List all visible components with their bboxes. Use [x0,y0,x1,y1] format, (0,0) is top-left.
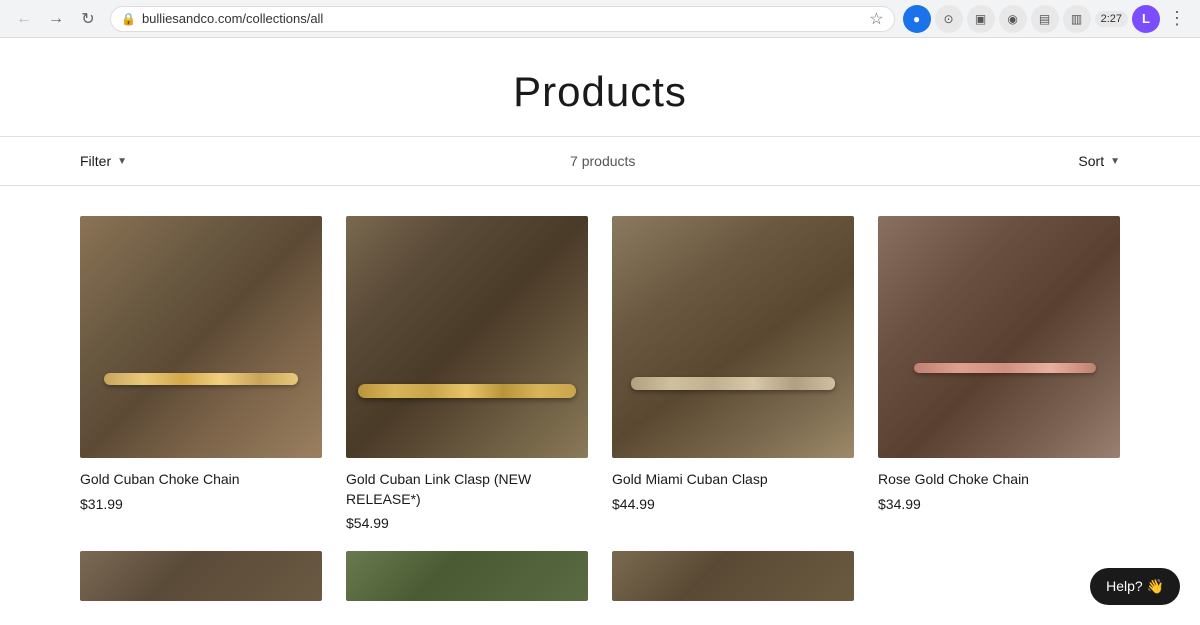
page-title-section: Products [0,38,1200,136]
product-image-3 [612,216,854,458]
product-count: 7 products [127,153,1078,169]
product-image-6 [346,551,588,601]
filter-chevron-icon: ▼ [117,156,127,167]
product-name-2: Gold Cuban Link Clasp (NEW RELEASE*) [346,470,588,509]
page-title: Products [0,68,1200,116]
product-price-4: $34.99 [878,496,1120,512]
ext-green[interactable]: ● [903,5,931,33]
product-card-1[interactable]: Gold Cuban Choke Chain $31.99 [80,216,322,531]
ext-circle-2[interactable]: ▣ [967,5,995,33]
sort-chevron-icon: ▼ [1110,156,1120,167]
product-card-7[interactable] [612,551,854,613]
product-card-4[interactable]: Rose Gold Choke Chain $34.99 [878,216,1120,531]
product-image-7 [612,551,854,601]
empty-slot [878,551,1120,613]
page-content: Products Filter ▼ 7 products Sort ▼ Gold… [0,38,1200,625]
filter-button[interactable]: Filter ▼ [80,153,127,169]
products-grid-bottom [0,551,1200,625]
product-card-5[interactable] [80,551,322,613]
browser-menu-icon[interactable]: ⋮ [1164,4,1190,33]
browser-chrome: ← → ↻ 🔒 bulliesandco.com/collections/all… [0,0,1200,38]
product-image-2 [346,216,588,458]
forward-button[interactable]: → [42,5,70,33]
product-card-6[interactable] [346,551,588,613]
user-avatar[interactable]: L [1132,5,1160,33]
product-card-2[interactable]: Gold Cuban Link Clasp (NEW RELEASE*) $54… [346,216,588,531]
product-name-1: Gold Cuban Choke Chain [80,470,322,490]
time-badge: 2:27 [1095,11,1128,27]
product-image-1 [80,216,322,458]
ext-circle-5[interactable]: ▥ [1063,5,1091,33]
ext-circle-1[interactable]: ⊙ [935,5,963,33]
ext-circle-4[interactable]: ▤ [1031,5,1059,33]
product-name-4: Rose Gold Choke Chain [878,470,1120,490]
reload-button[interactable]: ↻ [74,5,102,33]
back-button[interactable]: ← [10,5,38,33]
ext-circle-3[interactable]: ◉ [999,5,1027,33]
product-image-5 [80,551,322,601]
sort-button[interactable]: Sort ▼ [1078,153,1120,169]
product-image-4 [878,216,1120,458]
help-button[interactable]: Help? 👋 [1090,568,1180,605]
product-name-3: Gold Miami Cuban Clasp [612,470,854,490]
product-price-3: $44.99 [612,496,854,512]
extensions-area: ● ⊙ ▣ ◉ ▤ ▥ 2:27 L ⋮ [903,4,1190,33]
url-text: bulliesandco.com/collections/all [142,11,863,26]
filter-label: Filter [80,153,111,169]
lock-icon: 🔒 [121,12,136,26]
product-price-2: $54.99 [346,515,588,531]
sort-label: Sort [1078,153,1104,169]
nav-buttons: ← → ↻ [10,5,102,33]
address-bar[interactable]: 🔒 bulliesandco.com/collections/all ☆ [110,6,895,32]
product-price-1: $31.99 [80,496,322,512]
filter-bar: Filter ▼ 7 products Sort ▼ [0,136,1200,186]
product-card-3[interactable]: Gold Miami Cuban Clasp $44.99 [612,216,854,531]
products-grid: Gold Cuban Choke Chain $31.99 Gold Cuban… [0,186,1200,551]
help-label: Help? 👋 [1106,578,1164,595]
bookmark-icon[interactable]: ☆ [869,9,883,29]
